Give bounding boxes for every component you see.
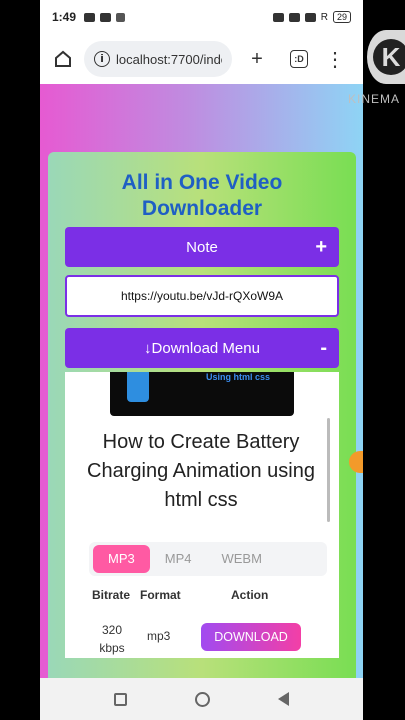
battery-graphic bbox=[127, 372, 149, 402]
address-bar[interactable]: i localhost:7700/inde bbox=[84, 41, 232, 77]
panel-scrollbar[interactable] bbox=[327, 418, 330, 522]
more-menu-icon[interactable]: ⋮ bbox=[320, 44, 350, 74]
row-bitrate: 320 kbps bbox=[99, 623, 125, 655]
download-menu-label: ↓Download Menu bbox=[144, 339, 260, 357]
downloader-card: All in One Video Downloader Note + ↓Down… bbox=[48, 152, 356, 678]
download-button[interactable]: DOWNLOAD bbox=[201, 623, 301, 651]
note-toggle[interactable]: Note + bbox=[65, 227, 339, 267]
tab-mp4[interactable]: MP4 bbox=[150, 545, 207, 573]
kinemaster-k: K bbox=[373, 39, 405, 75]
expand-icon: + bbox=[315, 236, 327, 258]
collapse-icon: - bbox=[320, 337, 327, 359]
header-bitrate: Bitrate bbox=[92, 588, 131, 602]
battery-indicator: 29 bbox=[332, 11, 351, 23]
system-icons: R 29 bbox=[272, 11, 351, 23]
tab-mp3[interactable]: MP3 bbox=[93, 545, 150, 573]
tab-count: :D bbox=[290, 50, 308, 68]
tab-webm[interactable]: WEBM bbox=[206, 545, 276, 573]
notification-icons bbox=[84, 12, 126, 22]
check-icon bbox=[116, 12, 126, 22]
home-nav-icon[interactable] bbox=[195, 691, 210, 707]
cast-icon bbox=[272, 12, 284, 22]
kinemaster-watermark: KINEMA bbox=[348, 92, 401, 106]
header-format: Format bbox=[140, 588, 181, 602]
download-menu-toggle[interactable]: ↓Download Menu - bbox=[65, 328, 339, 368]
format-tabs: MP3 MP4 WEBM bbox=[89, 542, 327, 576]
wifi-icon bbox=[288, 12, 300, 22]
status-bar: 1:49 R 29 bbox=[40, 0, 363, 34]
video-title: How to Create Battery Charging Animation… bbox=[87, 431, 315, 511]
new-tab-icon[interactable]: + bbox=[242, 44, 272, 74]
note-label: Note bbox=[186, 238, 218, 256]
web-page: All in One Video Downloader Note + ↓Down… bbox=[40, 84, 363, 678]
download-panel: Using html css How to Create Battery Cha… bbox=[65, 372, 339, 658]
android-nav-bar bbox=[40, 678, 363, 720]
thumbnail-caption: Using html css bbox=[206, 372, 271, 382]
page-title: All in One Video Downloader bbox=[48, 170, 356, 222]
video-icon bbox=[100, 12, 112, 22]
row-format: mp3 bbox=[147, 629, 171, 643]
tab-switcher-button[interactable]: :D bbox=[284, 44, 314, 74]
header-action: Action bbox=[231, 588, 269, 602]
status-time: 1:49 bbox=[52, 10, 77, 24]
back-icon[interactable] bbox=[278, 692, 289, 706]
signal-icon bbox=[304, 12, 316, 22]
home-icon[interactable] bbox=[48, 44, 78, 74]
url-text: localhost:7700/inde bbox=[116, 51, 222, 67]
info-icon[interactable]: i bbox=[94, 51, 110, 67]
video-url-input[interactable] bbox=[65, 275, 339, 317]
kinemaster-logo: K bbox=[367, 30, 405, 84]
title-line-2: Downloader bbox=[141, 197, 263, 220]
youtube-icon bbox=[84, 12, 96, 22]
signal-label: R bbox=[320, 11, 328, 23]
title-line-1: All in One Video bbox=[121, 171, 283, 194]
recents-icon[interactable] bbox=[114, 692, 127, 706]
phone-screen: 1:49 R 29 i localhost:7700/inde + :D ⋮ A… bbox=[40, 0, 363, 720]
browser-toolbar: i localhost:7700/inde + :D ⋮ bbox=[40, 34, 363, 84]
video-thumbnail: Using html css bbox=[110, 372, 294, 416]
